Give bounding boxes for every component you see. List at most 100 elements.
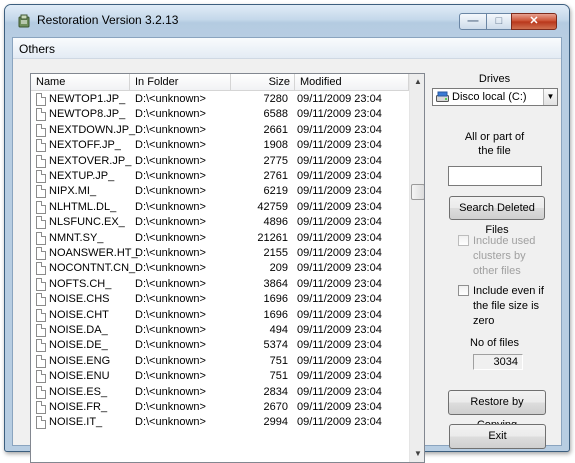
file-name-cell: NOISE.FR_ [49, 401, 108, 413]
modified-cell: 09/11/2009 23:04 [297, 123, 382, 136]
table-row[interactable]: NOISE.CHT D:\<unknown> 1696 09/11/2009 23:0… [31, 308, 409, 323]
folder-cell: D:\<unknown> [135, 123, 206, 136]
table-row[interactable]: NOISE.FR_ D:\<unknown> 2670 09/11/2009 23:0… [31, 400, 409, 415]
minimize-button[interactable]: — [459, 13, 487, 30]
table-row[interactable]: NOCONTNT.CN_ D:\<unknown> 209 09/11/2009 23… [31, 261, 409, 276]
search-input[interactable] [448, 166, 542, 186]
file-list[interactable]: Name In Folder Size Modified NEWTOP1.JP_… [30, 73, 425, 463]
size-cell: 494 [269, 324, 288, 336]
modified-cell: 09/11/2009 23:04 [297, 93, 382, 105]
table-row[interactable]: NEXTUP.JP_ D:\<unknown> 2761 09/11/2009 23:… [31, 169, 409, 184]
table-row[interactable]: NOISE.ES_ D:\<unknown> 2834 09/11/2009 23:0… [31, 385, 409, 400]
table-row[interactable]: NEXTOFF.JP_ D:\<unknown> 1908 09/11/2009 23… [31, 138, 409, 153]
table-row[interactable]: NIPX.MI_ D:\<unknown> 6219 09/11/2009 23:04 [31, 184, 409, 199]
modified-cell: 09/11/2009 23:04 [297, 170, 382, 182]
column-header-name[interactable]: Name [31, 74, 130, 91]
folder-cell: D:\<unknown> [135, 277, 206, 290]
table-row[interactable]: NEXTOVER.JP_ D:\<unknown> 2775 09/11/2009 2… [31, 154, 409, 169]
file-name-cell: NOISE.ENG [49, 354, 111, 367]
file-name-cell: NLSFUNC.EX_ [49, 216, 125, 229]
search-deleted-files-button[interactable]: Search Deleted Files [449, 196, 545, 236]
size-cell: 6588 [263, 108, 288, 121]
file-icon [36, 231, 46, 245]
table-row[interactable]: NOFTS.CH_ D:\<unknown> 3864 09/11/2009 23:0… [31, 277, 409, 292]
drive-icon [436, 91, 449, 102]
modified-cell: 09/11/2009 23:04 [297, 277, 382, 290]
title-bar[interactable]: Restoration Version 3.2.13 — □ ✕ [5, 5, 569, 37]
table-row[interactable]: NMNT.SY_ D:\<unknown> 21261 09/11/2009 23:0… [31, 231, 409, 246]
table-row[interactable]: NEXTDOWN.JP_ D:\<unknown> 2661 09/11/2009 2… [31, 123, 409, 138]
file-icon [36, 324, 46, 337]
scroll-thumb[interactable] [411, 184, 424, 200]
folder-cell: D:\<unknown> [135, 370, 206, 383]
file-icon [36, 154, 46, 168]
file-name-cell: NEXTUP.JP_ [49, 170, 115, 182]
size-cell: 751 [269, 370, 288, 383]
file-icon [36, 108, 46, 122]
size-cell: 5374 [263, 339, 288, 352]
folder-cell: D:\<unknown> [135, 401, 206, 413]
include-even-checkbox[interactable] [458, 285, 469, 296]
size-cell: 6219 [263, 185, 288, 198]
file-icon [36, 308, 46, 322]
drives-select[interactable]: Disco local (C:) ▼ [432, 88, 558, 106]
list-header: Name In Folder Size Modified [31, 74, 409, 91]
modified-cell: 09/11/2009 23:04 [297, 139, 382, 152]
file-icon [36, 216, 46, 230]
column-header-folder[interactable]: In Folder [130, 74, 231, 91]
column-header-size[interactable]: Size [231, 74, 295, 91]
file-name-cell: NOANSWER.HT_ [49, 247, 138, 259]
file-icon [36, 262, 46, 276]
modified-cell: 09/11/2009 23:04 [297, 293, 382, 306]
file-name-cell: NEXTOFF.JP_ [49, 139, 121, 152]
file-name-cell: NOISE.CHS [49, 293, 110, 306]
scroll-up-arrow-icon[interactable]: ▲ [410, 74, 424, 90]
table-row[interactable]: NOISE.IT_ D:\<unknown> 2994 09/11/2009 23:0… [31, 415, 409, 430]
table-row[interactable]: NEWTOP8.JP_ D:\<unknown> 6588 09/11/2009 23… [31, 107, 409, 122]
modified-cell: 09/11/2009 23:04 [297, 185, 382, 198]
exit-button[interactable]: Exit [449, 424, 546, 449]
minimize-icon: — [467, 15, 479, 27]
size-cell: 2761 [263, 170, 288, 182]
column-header-modified[interactable]: Modified [295, 74, 409, 91]
scroll-down-arrow-icon[interactable]: ▼ [410, 446, 424, 462]
modified-cell: 09/11/2009 23:04 [297, 324, 382, 336]
table-row[interactable]: NOISE.DE_ D:\<unknown> 5374 09/11/2009 23:0… [31, 338, 409, 353]
modified-cell: 09/11/2009 23:04 [297, 200, 382, 213]
include-even-label: Include even if the file size is zero [473, 285, 544, 327]
file-icon [36, 293, 46, 307]
chevron-down-icon[interactable]: ▼ [543, 89, 557, 105]
table-row[interactable]: NOISE.ENU D:\<unknown> 751 09/11/2009 23:04 [31, 369, 409, 384]
table-row[interactable]: NOISE.ENG D:\<unknown> 751 09/11/2009 23:04 [31, 354, 409, 369]
table-row[interactable]: NOISE.CHS D:\<unknown> 1696 09/11/2009 23:0… [31, 292, 409, 307]
include-used-checkbox[interactable] [458, 235, 469, 246]
table-row[interactable]: NEWTOP1.JP_ D:\<unknown> 7280 09/11/2009 23… [31, 92, 409, 107]
modified-cell: 09/11/2009 23:04 [297, 108, 382, 121]
table-row[interactable]: NLHTML.DL_ D:\<unknown> 42759 09/11/2009 23… [31, 200, 409, 215]
folder-cell: D:\<unknown> [135, 108, 206, 121]
folder-cell: D:\<unknown> [135, 308, 206, 321]
close-button[interactable]: ✕ [511, 13, 557, 30]
menu-bar: Others [13, 38, 561, 59]
no-of-files-value: 3034 [473, 354, 523, 370]
table-row[interactable]: NOISE.DA_ D:\<unknown> 494 09/11/2009 23:04 [31, 323, 409, 338]
maximize-button[interactable]: □ [486, 13, 512, 30]
file-name-cell: NEXTOVER.JP_ [49, 154, 132, 167]
size-cell: 751 [269, 354, 288, 367]
menu-others[interactable]: Others [19, 42, 55, 56]
drives-label: Drives [478, 73, 511, 85]
client-area: Others Name In Folder Size Modified NEWT… [12, 37, 562, 463]
file-name-cell: NLHTML.DL_ [49, 200, 117, 213]
modified-cell: 09/11/2009 23:04 [297, 370, 382, 383]
size-cell: 2155 [263, 247, 288, 259]
vertical-scrollbar[interactable]: ▲ ▼ [409, 74, 424, 462]
file-icon [36, 139, 46, 153]
size-cell: 1696 [263, 308, 288, 321]
table-row[interactable]: NOANSWER.HT_ D:\<unknown> 2155 09/11/2009 2… [31, 246, 409, 261]
file-name-cell: NEXTDOWN.JP_ [49, 123, 136, 136]
file-icon [36, 247, 46, 260]
file-name-cell: NOCONTNT.CN_ [49, 262, 136, 275]
restore-by-copying-button[interactable]: Restore by Copying [448, 390, 546, 431]
app-window: Restoration Version 3.2.13 — □ ✕ Others … [4, 4, 570, 463]
table-row[interactable]: NLSFUNC.EX_ D:\<unknown> 4896 09/11/2009 23… [31, 215, 409, 230]
